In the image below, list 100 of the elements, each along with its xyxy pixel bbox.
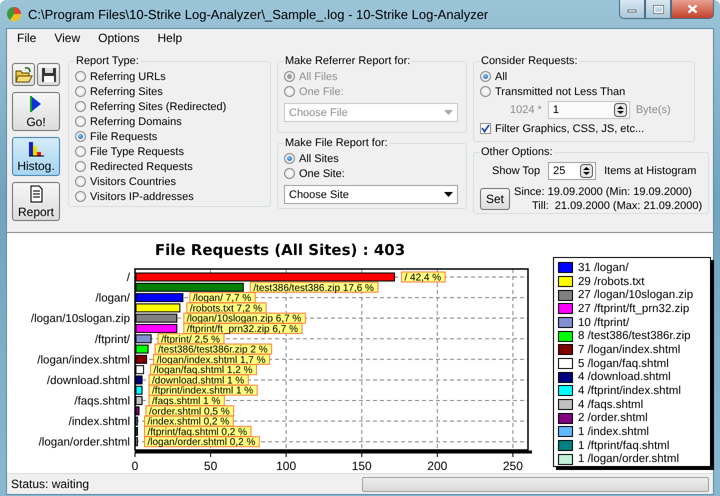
maximize-icon: [652, 4, 664, 14]
radio-button[interactable]: [75, 161, 86, 172]
x-tick-label: 0: [132, 459, 138, 473]
category-label: /logan/: [95, 292, 130, 305]
close-button[interactable]: [671, 0, 714, 19]
spin-icon: [580, 164, 594, 178]
toolbar-button[interactable]: Report: [12, 182, 60, 221]
radio-button[interactable]: [75, 131, 86, 142]
value-label: /ftprint/index.shtml 1 %: [148, 384, 258, 397]
value-label: /order.shtml 0,5 %: [146, 405, 234, 418]
checkbox[interactable]: [480, 123, 491, 134]
group-title: Other Options:: [480, 146, 554, 158]
radio-button[interactable]: [75, 71, 86, 82]
set-button[interactable]: Set: [480, 188, 510, 210]
since-date: Since: 19.09.2000 (Min: 19.09.2000): [514, 185, 693, 199]
legend-label: 27 /logan/10slogan.zip: [578, 289, 694, 302]
radio-button[interactable]: [75, 86, 86, 97]
option-label: Referring Sites: [90, 86, 163, 98]
group-title: Report Type:: [75, 55, 140, 67]
items-label: Items at Histogram: [604, 165, 696, 177]
option-label: All Files: [299, 70, 338, 82]
category-label: /download.shtml: [46, 374, 130, 387]
app-icon: [6, 6, 22, 22]
bar: [136, 344, 149, 354]
legend-label: 4 /faqs.shtml: [578, 398, 644, 411]
legend-label: 29 /robots.txt: [578, 276, 644, 288]
value-label: /ftprint/ft_prn32.zip 6,7 %: [183, 322, 302, 335]
menu-item[interactable]: File: [15, 31, 38, 49]
group-title: Make File Report for:: [284, 137, 389, 149]
option-label: Redirected Requests: [90, 160, 193, 172]
value-label: /test386/test386r.zip 2 %: [154, 344, 272, 356]
radio-button[interactable]: [75, 116, 86, 127]
category-label: /: [126, 272, 130, 284]
value-label: /ftprint/ 2,5 %: [158, 333, 225, 346]
dropdown[interactable]: Choose Site: [284, 185, 458, 204]
option-label: File Requests: [90, 130, 158, 142]
value-label: /ftprint/faq.shtml 0,2 %: [144, 426, 252, 438]
value-label: /logan/index.shtml 1,7 %: [153, 354, 270, 366]
show-top-label: Show Top: [492, 165, 540, 177]
value-label: /logan/faq.shtml 1,2 %: [150, 364, 257, 376]
radio-button[interactable]: [480, 71, 491, 82]
check-icon: [481, 124, 490, 133]
category-label: /faqs.shtml: [74, 396, 130, 408]
dropdown-value: Choose Site: [289, 188, 349, 200]
menu-item[interactable]: Help: [156, 31, 184, 49]
value-label: /logan/ 7,7 %: [189, 292, 256, 304]
legend-label: 8 /test386/test386r.zip: [578, 330, 691, 342]
maximize-button[interactable]: [645, 0, 671, 19]
spin-icon: [614, 103, 627, 117]
radio-button[interactable]: [75, 101, 86, 112]
menu-item[interactable]: View: [52, 31, 82, 49]
group-title: Consider Requests:: [480, 55, 579, 67]
dropdown-value: Choose File: [289, 106, 348, 118]
category-label: /logan/order.shtml: [38, 436, 130, 449]
toolbar-button[interactable]: Go!: [12, 92, 60, 131]
legend-label: 1 /logan/order.shtml: [578, 453, 680, 466]
option-label: One File:: [299, 86, 344, 98]
chart-title: File Requests (All Sites) : 403: [154, 241, 406, 259]
bar-chart-icon: [28, 140, 44, 157]
open-button[interactable]: [12, 63, 35, 86]
dropdown-arrow-icon: [444, 110, 453, 115]
toolbar-button[interactable]: Histog.: [12, 137, 60, 176]
value-label: /test386/test386.zip 17,6 %: [250, 282, 378, 294]
radio-button[interactable]: [75, 191, 86, 202]
option-label: One Site:: [299, 168, 345, 180]
option-label: Visitors Countries: [90, 176, 176, 188]
category-label: /logan/index.shtml: [37, 354, 130, 366]
checkbox-label: Filter Graphics, CSS, JS, etc...: [495, 122, 644, 134]
x-tick-label: 150: [352, 459, 372, 473]
radio-button[interactable]: [75, 146, 86, 157]
x-tick-label: 50: [204, 459, 218, 473]
x-tick-label: 100: [276, 459, 296, 473]
category-label: /ftprint/: [94, 334, 130, 346]
show-top-field[interactable]: 25: [548, 162, 596, 180]
legend-label: 4 /download.shtml: [578, 371, 671, 384]
value-label: / 42,4 %: [400, 272, 446, 284]
category-label: /logan/10slogan.zip: [30, 313, 130, 326]
legend-label: 1 /ftprint/faq.shtml: [578, 440, 670, 452]
radio-button[interactable]: [284, 153, 295, 164]
option-label: File Type Requests: [90, 146, 184, 158]
value-label: /faqs.shtml 1 %: [148, 395, 225, 408]
multiplier-label: 1024 *: [510, 104, 542, 116]
option-label: Visitors IP-addresses: [90, 190, 194, 202]
till-date: Till: 21.09.2000 (Max: 21.09.2000): [531, 199, 702, 213]
radio-button[interactable]: [480, 86, 491, 97]
option-label: Referring URLs: [90, 70, 166, 82]
radio-button[interactable]: [75, 176, 86, 187]
option-label: All: [495, 70, 508, 82]
minimize-button[interactable]: [619, 0, 645, 19]
radio-button[interactable]: [284, 168, 295, 179]
value-label: /robots.txt 7,2 %: [186, 302, 267, 314]
save-button[interactable]: [37, 63, 60, 86]
option-label: Referring Sites (Redirected): [90, 100, 226, 112]
legend-label: 2 /order.shtml: [578, 412, 648, 424]
menu-item[interactable]: Options: [96, 31, 142, 49]
option-label: All Sites: [299, 152, 339, 164]
bar: [136, 365, 144, 374]
option-label: Referring Domains: [90, 116, 182, 128]
status-text: Status: waiting: [11, 477, 90, 491]
legend-label: 10 /ftprint/: [578, 316, 630, 329]
